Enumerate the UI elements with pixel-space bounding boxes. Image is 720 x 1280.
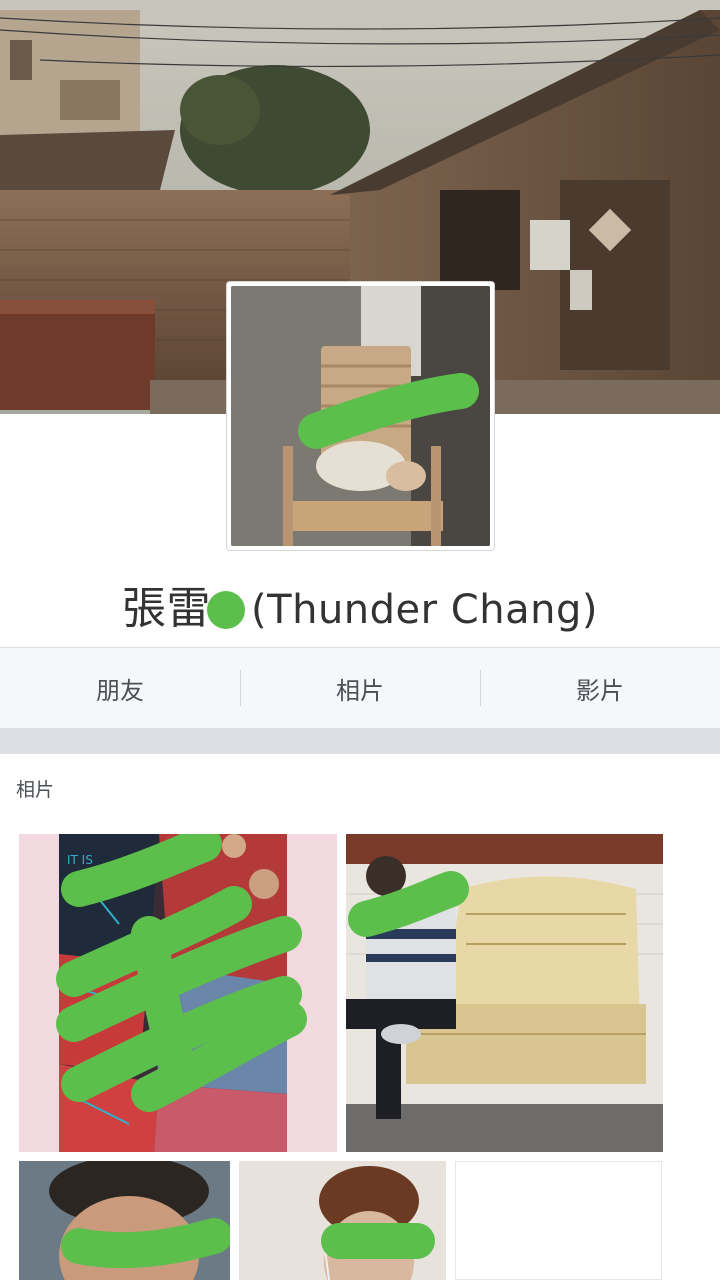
tab-videos[interactable]: 影片 xyxy=(480,648,720,728)
profile-name-chinese: 張雷 xyxy=(122,583,212,634)
tab-friends[interactable]: 朋友 xyxy=(0,648,240,728)
photo-thumbnail-5[interactable] xyxy=(455,1161,662,1280)
photo-thumbnail-1[interactable]: IT IS xyxy=(19,834,337,1152)
redaction-mark xyxy=(207,591,246,629)
tab-photos[interactable]: 相片 xyxy=(240,648,480,728)
profile-name: 張雷 (Thunder Chang) xyxy=(0,572,720,636)
profile-avatar[interactable] xyxy=(227,282,494,550)
photo-thumbnail-2[interactable] xyxy=(346,834,663,1152)
svg-text:IT IS: IT IS xyxy=(67,853,93,867)
section-divider xyxy=(0,728,720,754)
profile-tab-bar: 朋友 相片 影片 xyxy=(0,647,720,729)
photo-thumbnail-4[interactable] xyxy=(239,1161,446,1280)
photo-thumbnail-3[interactable] xyxy=(19,1161,230,1280)
profile-name-english: (Thunder Chang) xyxy=(251,587,598,633)
photos-section-title: 相片 xyxy=(16,779,55,801)
avatar-image xyxy=(231,286,490,546)
